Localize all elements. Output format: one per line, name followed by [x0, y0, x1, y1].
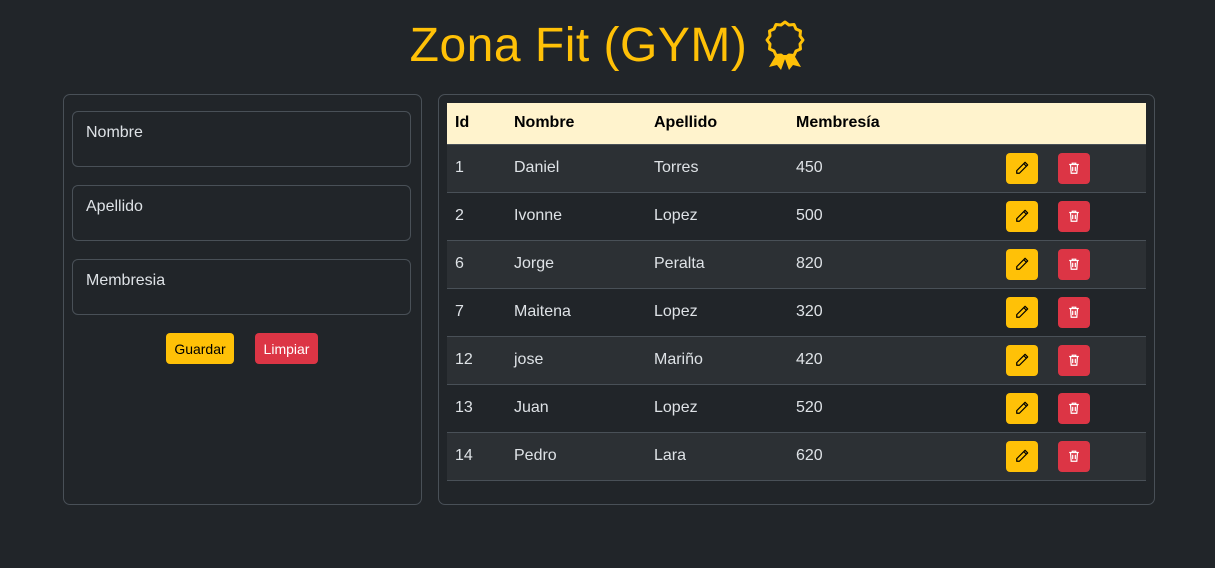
row-actions [1006, 392, 1138, 424]
trash-icon [1067, 161, 1081, 175]
cell-apellido: Torres [646, 144, 788, 193]
save-button[interactable]: Guardar [166, 333, 234, 364]
trash-icon [1067, 449, 1081, 463]
row-actions [1006, 200, 1138, 232]
table-panel: Id Nombre Apellido Membresía 1 Daniel Torr… [438, 94, 1155, 505]
cell-apellido: Lopez [646, 192, 788, 241]
membresia-field[interactable]: Membresia [72, 259, 411, 315]
clear-button[interactable]: Limpiar [255, 333, 318, 364]
pencil-icon [1015, 161, 1029, 175]
cell-nombre: Juan [506, 384, 646, 433]
cell-apellido: Lara [646, 432, 788, 481]
cell-nombre: jose [506, 336, 646, 385]
cell-id: 6 [447, 240, 506, 289]
cell-actions [998, 432, 1146, 481]
cell-nombre: Pedro [506, 432, 646, 481]
trash-icon [1067, 209, 1081, 223]
edit-button[interactable] [1006, 200, 1038, 232]
cell-membresia: 420 [788, 336, 998, 385]
edit-button[interactable] [1006, 296, 1038, 328]
trash-icon [1067, 401, 1081, 415]
row-actions [1006, 152, 1138, 184]
cell-apellido: Peralta [646, 240, 788, 289]
cell-apellido: Mariño [646, 336, 788, 385]
table-row: 6 Jorge Peralta 820 [447, 240, 1146, 289]
cell-actions [998, 144, 1146, 193]
pencil-icon [1015, 449, 1029, 463]
cell-id: 12 [447, 336, 506, 385]
cell-membresia: 500 [788, 192, 998, 241]
cell-actions [998, 288, 1146, 337]
cell-id: 13 [447, 384, 506, 433]
members-table: Id Nombre Apellido Membresía 1 Daniel Torr… [447, 103, 1146, 481]
membresia-input[interactable] [85, 288, 398, 308]
nombre-field[interactable]: Nombre [72, 111, 411, 167]
edit-button[interactable] [1006, 152, 1038, 184]
header-apellido: Apellido [646, 103, 788, 145]
cell-membresia: 320 [788, 288, 998, 337]
header-nombre: Nombre [506, 103, 646, 145]
cell-nombre: Ivonne [506, 192, 646, 241]
cell-membresia: 820 [788, 240, 998, 289]
row-actions [1006, 440, 1138, 472]
edit-button[interactable] [1006, 440, 1038, 472]
table-row: 12 jose Mariño 420 [447, 336, 1146, 385]
pencil-icon [1015, 305, 1029, 319]
delete-button[interactable] [1058, 344, 1090, 376]
page-title: Zona Fit (GYM) [409, 18, 748, 72]
cell-id: 7 [447, 288, 506, 337]
cell-id: 1 [447, 144, 506, 193]
trash-icon [1067, 257, 1081, 271]
delete-button[interactable] [1058, 152, 1090, 184]
page-header: Zona Fit (GYM) [0, 10, 1215, 80]
nombre-input[interactable] [85, 140, 398, 160]
cell-membresia: 620 [788, 432, 998, 481]
table-row: 13 Juan Lopez 520 [447, 384, 1146, 433]
pencil-icon [1015, 257, 1029, 271]
row-actions [1006, 344, 1138, 376]
delete-button[interactable] [1058, 440, 1090, 472]
table-row: 2 Ivonne Lopez 500 [447, 192, 1146, 241]
delete-button[interactable] [1058, 200, 1090, 232]
award-icon [765, 19, 805, 71]
cell-apellido: Lopez [646, 288, 788, 337]
row-actions [1006, 296, 1138, 328]
apellido-input[interactable] [85, 214, 398, 234]
cell-actions [998, 240, 1146, 289]
form-panel: Nombre Apellido Membresia Guardar Limpia… [63, 94, 422, 505]
cell-actions [998, 192, 1146, 241]
table-row: 1 Daniel Torres 450 [447, 144, 1146, 193]
header-membresia: Membresía [788, 103, 998, 145]
delete-button[interactable] [1058, 248, 1090, 280]
trash-icon [1067, 353, 1081, 367]
table-row: 7 Maitena Lopez 320 [447, 288, 1146, 337]
trash-icon [1067, 305, 1081, 319]
edit-button[interactable] [1006, 392, 1038, 424]
delete-button[interactable] [1058, 296, 1090, 328]
table-header-row: Id Nombre Apellido Membresía [447, 103, 1146, 145]
pencil-icon [1015, 209, 1029, 223]
header-actions [998, 103, 1146, 145]
row-actions [1006, 248, 1138, 280]
header-id: Id [447, 103, 506, 145]
apellido-field[interactable]: Apellido [72, 185, 411, 241]
table-row: 14 Pedro Lara 620 [447, 432, 1146, 481]
cell-nombre: Jorge [506, 240, 646, 289]
cell-apellido: Lopez [646, 384, 788, 433]
edit-button[interactable] [1006, 248, 1038, 280]
cell-actions [998, 336, 1146, 385]
cell-membresia: 450 [788, 144, 998, 193]
cell-nombre: Maitena [506, 288, 646, 337]
cell-nombre: Daniel [506, 144, 646, 193]
pencil-icon [1015, 401, 1029, 415]
delete-button[interactable] [1058, 392, 1090, 424]
cell-id: 14 [447, 432, 506, 481]
cell-membresia: 520 [788, 384, 998, 433]
cell-actions [998, 384, 1146, 433]
edit-button[interactable] [1006, 344, 1038, 376]
cell-id: 2 [447, 192, 506, 241]
pencil-icon [1015, 353, 1029, 367]
